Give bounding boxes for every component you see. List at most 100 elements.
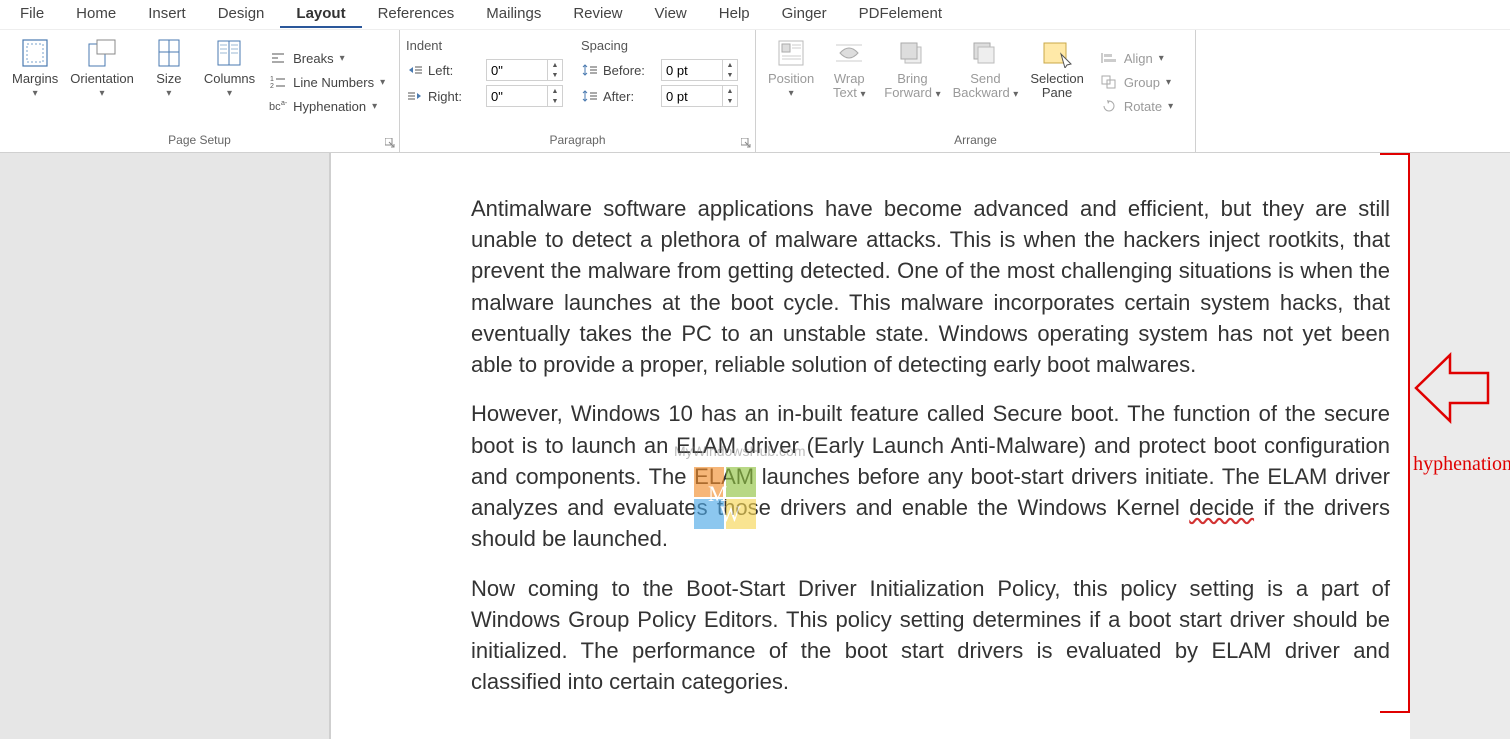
spacing-after-spinner[interactable]: ▲▼ bbox=[661, 85, 738, 107]
size-button[interactable]: Size ▾ bbox=[140, 34, 198, 130]
group-label-page-setup: Page Setup bbox=[6, 130, 393, 150]
breaks-icon bbox=[269, 49, 287, 67]
spacing-after-value[interactable] bbox=[662, 89, 722, 104]
chevron-down-icon: ▾ bbox=[380, 77, 385, 88]
rotate-label: Rotate bbox=[1124, 99, 1162, 114]
document-paragraph-3[interactable]: Now coming to the Boot-Start Driver Init… bbox=[471, 573, 1390, 698]
selection-pane-label-2: Pane bbox=[1042, 85, 1072, 100]
wrap-text-button[interactable]: WrapText ▾ bbox=[820, 34, 878, 130]
spacing-heading: Spacing bbox=[581, 38, 738, 53]
orientation-label: Orientation bbox=[70, 72, 134, 86]
indent-left-icon bbox=[406, 63, 424, 77]
bring-forward-label-1: Bring bbox=[897, 71, 927, 86]
group-paragraph: Indent Left: ▲▼ Right: bbox=[400, 30, 756, 152]
spin-down-icon[interactable]: ▼ bbox=[548, 96, 562, 106]
indent-right-spinner[interactable]: ▲▼ bbox=[486, 85, 563, 107]
rotate-button[interactable]: Rotate ▾ bbox=[1096, 95, 1177, 117]
chevron-down-icon: ▾ bbox=[166, 88, 171, 99]
tab-design[interactable]: Design bbox=[202, 1, 281, 28]
spellcheck-underline[interactable]: decide bbox=[1189, 495, 1254, 520]
indent-left-value[interactable] bbox=[487, 63, 547, 78]
send-backward-button[interactable]: SendBackward ▾ bbox=[947, 34, 1025, 130]
page-setup-launcher[interactable] bbox=[383, 136, 397, 150]
tab-pdfelement[interactable]: PDFelement bbox=[843, 1, 958, 28]
chevron-down-icon: ▾ bbox=[860, 89, 865, 100]
chevron-down-icon: ▾ bbox=[227, 88, 232, 99]
spacing-before-icon bbox=[581, 63, 599, 77]
tab-layout[interactable]: Layout bbox=[280, 1, 361, 28]
spin-down-icon[interactable]: ▼ bbox=[548, 70, 562, 80]
orientation-button[interactable]: Orientation ▾ bbox=[64, 34, 140, 130]
chevron-down-icon: ▾ bbox=[1168, 101, 1173, 112]
line-numbers-label: Line Numbers bbox=[293, 75, 374, 90]
size-icon bbox=[155, 36, 183, 70]
tab-view[interactable]: View bbox=[639, 1, 703, 28]
bring-forward-button[interactable]: BringForward ▾ bbox=[878, 34, 946, 130]
position-button[interactable]: Position ▾ bbox=[762, 34, 820, 130]
orientation-icon bbox=[87, 36, 117, 70]
chevron-down-icon: ▾ bbox=[33, 88, 38, 99]
paragraph-launcher[interactable] bbox=[739, 136, 753, 150]
chevron-down-icon: ▾ bbox=[1013, 89, 1018, 100]
breaks-button[interactable]: Breaks ▾ bbox=[265, 47, 389, 69]
selection-pane-button[interactable]: SelectionPane bbox=[1024, 34, 1089, 130]
svg-text:bc: bc bbox=[269, 101, 281, 113]
position-label: Position bbox=[768, 72, 814, 86]
tab-review[interactable]: Review bbox=[557, 1, 638, 28]
indent-right-label: Right: bbox=[428, 89, 482, 104]
spin-up-icon[interactable]: ▲ bbox=[548, 60, 562, 70]
send-backward-icon bbox=[970, 36, 1000, 70]
bring-forward-icon bbox=[897, 36, 927, 70]
tab-home[interactable]: Home bbox=[60, 1, 132, 28]
align-icon bbox=[1100, 49, 1118, 67]
left-margin-gutter bbox=[0, 153, 330, 739]
wrap-text-label-2: Text bbox=[833, 85, 857, 100]
document-paragraph-2[interactable]: However, Windows 10 has an in-built feat… bbox=[471, 398, 1390, 554]
position-icon bbox=[776, 36, 806, 70]
tab-file[interactable]: File bbox=[4, 1, 60, 28]
indent-heading: Indent bbox=[406, 38, 563, 53]
document-paragraph-1[interactable]: Antimalware software applications have b… bbox=[471, 193, 1390, 380]
tab-help[interactable]: Help bbox=[703, 1, 766, 28]
chevron-down-icon: ▾ bbox=[936, 89, 941, 100]
send-backward-label-1: Send bbox=[970, 71, 1000, 86]
group-label: Group bbox=[1124, 75, 1160, 90]
hyphenation-button[interactable]: bca- Hyphenation ▾ bbox=[265, 95, 389, 117]
svg-text:2: 2 bbox=[270, 83, 274, 90]
spacing-before-spinner[interactable]: ▲▼ bbox=[661, 59, 738, 81]
selection-pane-label-1: Selection bbox=[1030, 71, 1083, 86]
rotate-icon bbox=[1100, 97, 1118, 115]
columns-button[interactable]: Columns ▾ bbox=[198, 34, 261, 130]
spin-up-icon[interactable]: ▲ bbox=[548, 86, 562, 96]
group-label-paragraph: Paragraph bbox=[406, 130, 749, 150]
document-area: Antimalware software applications have b… bbox=[0, 153, 1510, 739]
line-numbers-icon: 12 bbox=[269, 73, 287, 91]
svg-text:1: 1 bbox=[270, 76, 274, 83]
spin-down-icon[interactable]: ▼ bbox=[723, 70, 737, 80]
chevron-down-icon: ▾ bbox=[372, 101, 377, 112]
spacing-before-value[interactable] bbox=[662, 63, 722, 78]
tab-ginger[interactable]: Ginger bbox=[766, 1, 843, 28]
tab-insert[interactable]: Insert bbox=[132, 1, 202, 28]
indent-left-spinner[interactable]: ▲▼ bbox=[486, 59, 563, 81]
line-numbers-button[interactable]: 12 Line Numbers ▾ bbox=[265, 71, 389, 93]
tab-references[interactable]: References bbox=[362, 1, 471, 28]
align-button[interactable]: Align ▾ bbox=[1096, 47, 1177, 69]
spin-up-icon[interactable]: ▲ bbox=[723, 86, 737, 96]
spin-up-icon[interactable]: ▲ bbox=[723, 60, 737, 70]
indent-right-icon bbox=[406, 89, 424, 103]
annotation-arrow-icon bbox=[1410, 343, 1490, 433]
size-label: Size bbox=[156, 72, 181, 86]
wrap-text-label-1: Wrap bbox=[834, 71, 865, 86]
document-page[interactable]: Antimalware software applications have b… bbox=[330, 153, 1410, 739]
group-label-arrange: Arrange bbox=[762, 130, 1189, 150]
margins-button[interactable]: Margins ▾ bbox=[6, 34, 64, 130]
group-objects-button[interactable]: Group ▾ bbox=[1096, 71, 1177, 93]
indent-right-value[interactable] bbox=[487, 89, 547, 104]
columns-label: Columns bbox=[204, 72, 255, 86]
svg-text:a-: a- bbox=[281, 100, 287, 107]
spin-down-icon[interactable]: ▼ bbox=[723, 96, 737, 106]
tab-mailings[interactable]: Mailings bbox=[470, 1, 557, 28]
columns-icon bbox=[215, 36, 243, 70]
hyphenation-label: Hyphenation bbox=[293, 99, 366, 114]
